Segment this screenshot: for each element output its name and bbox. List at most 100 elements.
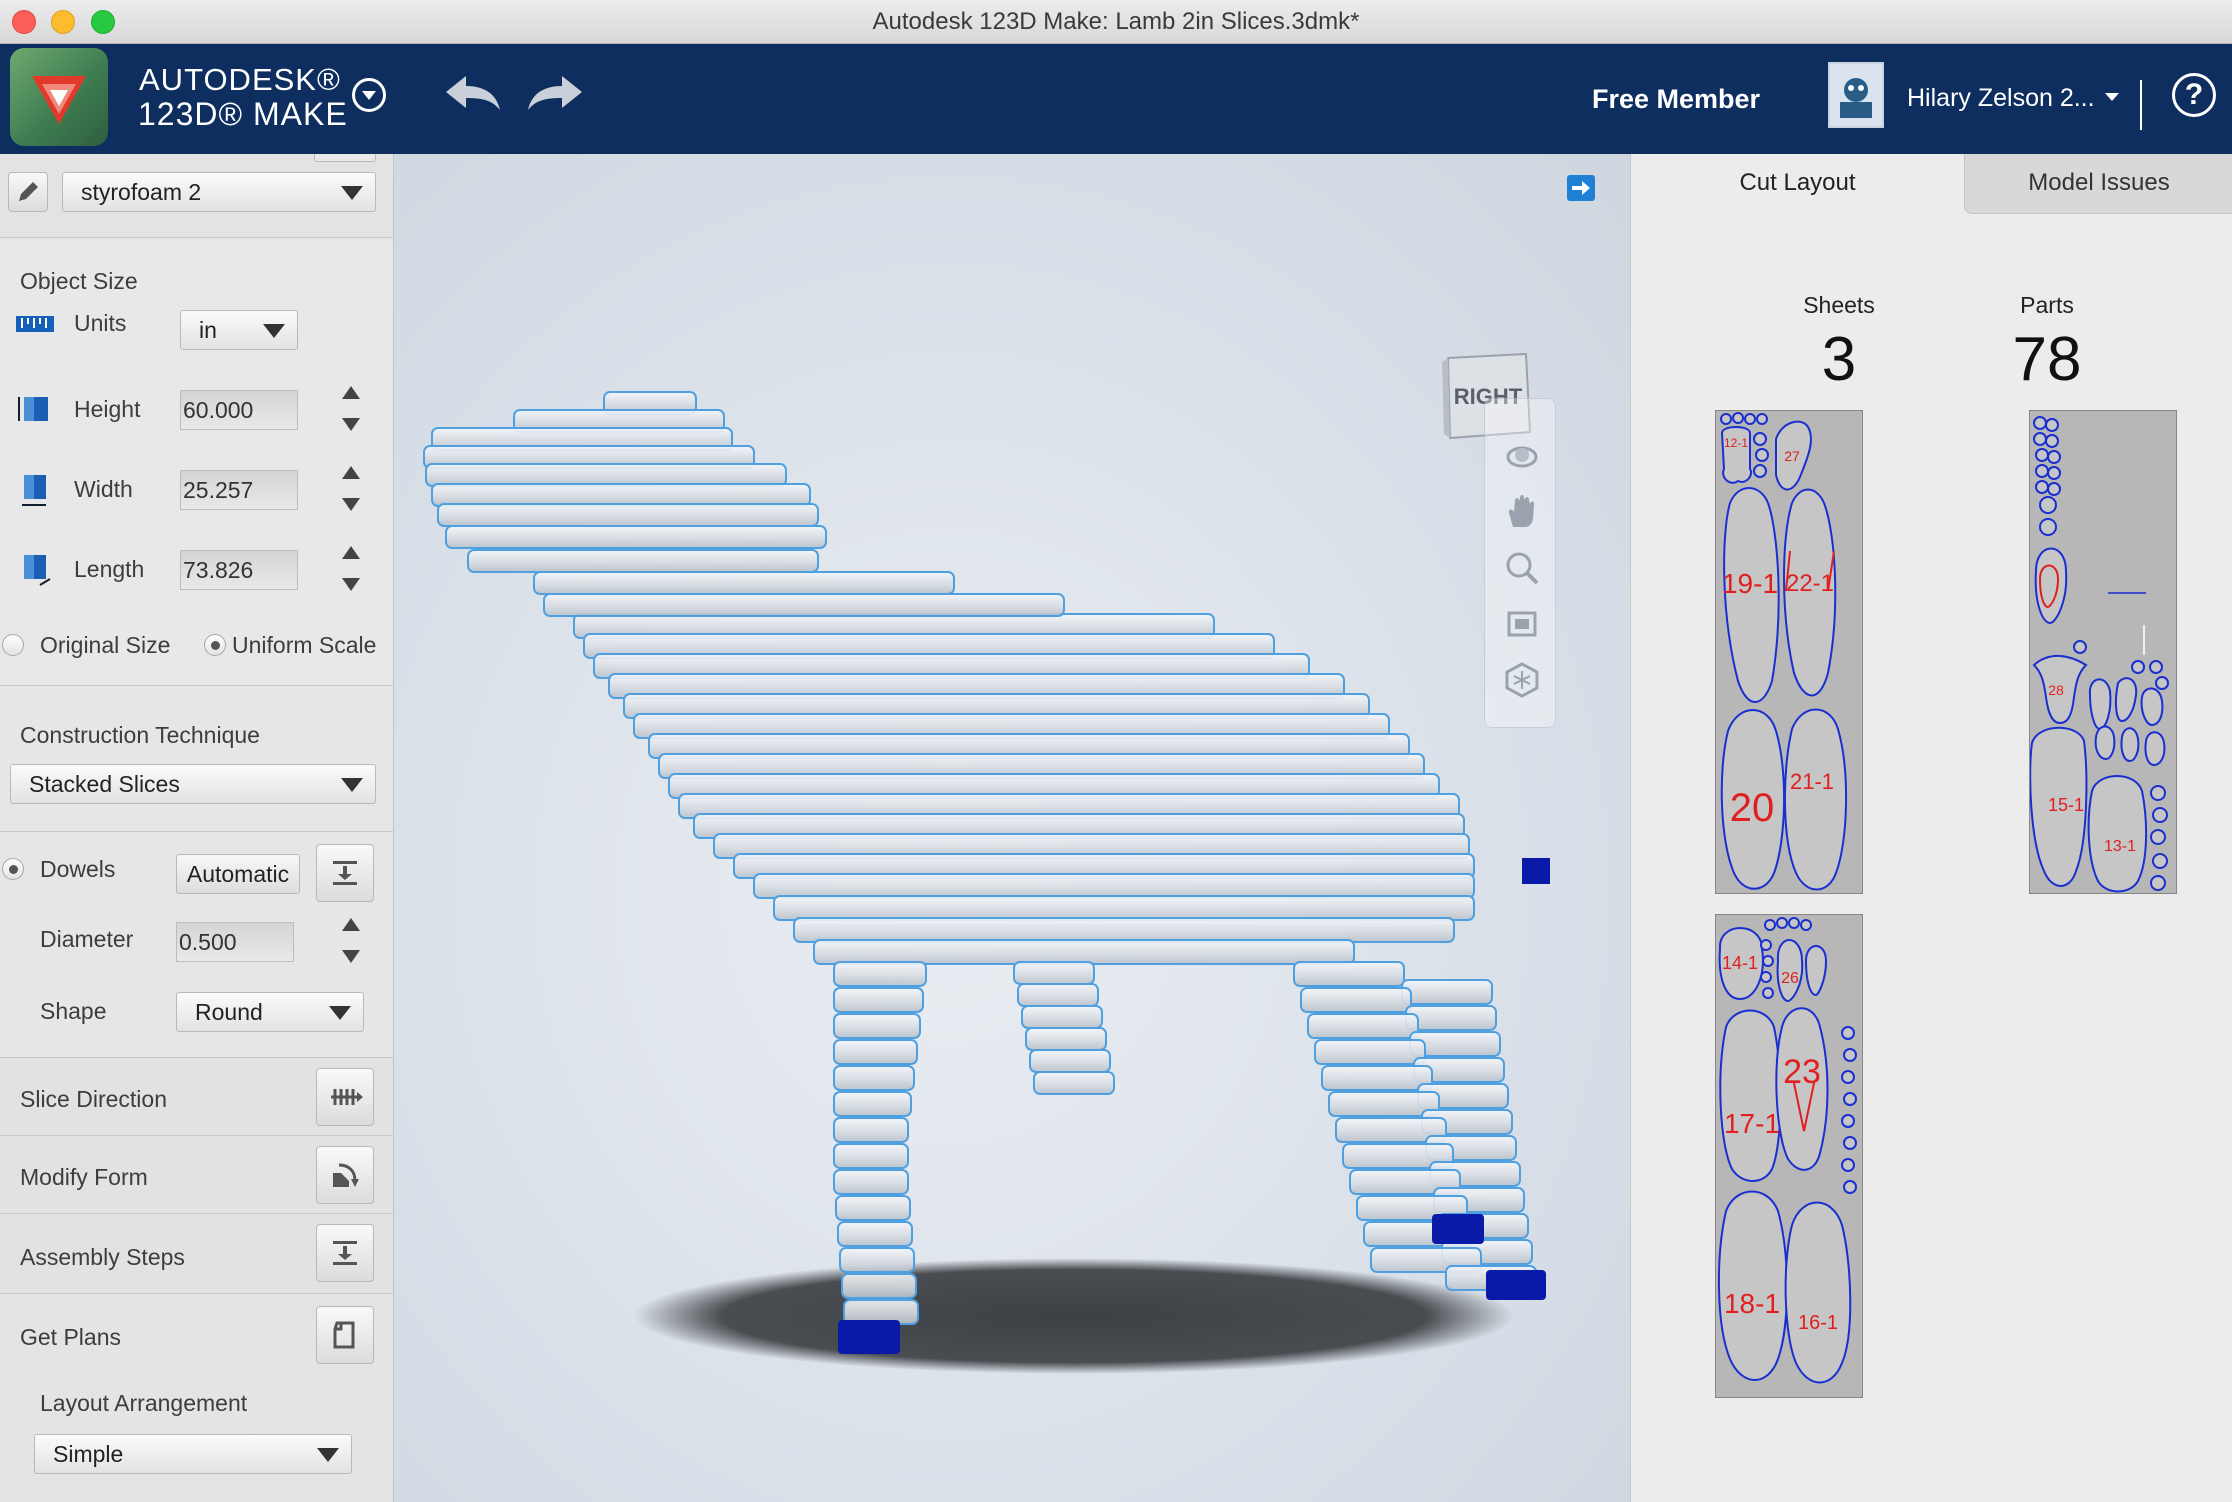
sheet-1-parts: 12-1 27 19-1 22-1 20 21-1 <box>1720 412 1848 891</box>
length-input[interactable]: 73.826 <box>180 550 298 590</box>
dowels-radio[interactable] <box>2 858 24 880</box>
document-icon <box>333 1321 355 1349</box>
height-label: Height <box>74 396 141 422</box>
shape-select[interactable]: Round <box>176 992 364 1032</box>
sheets-label: Sheets <box>1803 292 1875 318</box>
units-label: Units <box>74 310 127 336</box>
chevron-down-icon <box>263 324 285 338</box>
rear-leg-slice <box>1307 1013 1419 1039</box>
explode-icon[interactable] <box>1503 661 1541 699</box>
window-title: Autodesk 123D Make: Lamb 2in Slices.3dmk… <box>872 8 1360 35</box>
3d-viewport[interactable]: RIGHT <box>394 154 1630 1502</box>
help-button[interactable]: ? <box>2172 73 2216 117</box>
ruler-icon <box>16 316 54 332</box>
modify-form-button[interactable] <box>316 1146 374 1204</box>
part-label: 26 <box>1781 970 1799 987</box>
body-slice <box>753 873 1475 899</box>
assembly-steps-section[interactable]: Assembly Steps <box>0 1214 393 1294</box>
cut-sheet-3[interactable]: 28 15-1 13-1 <box>2029 410 2177 894</box>
stack-down-icon <box>333 861 357 885</box>
app-menu-button[interactable] <box>352 78 386 112</box>
assembly-steps-button[interactable] <box>316 1224 374 1282</box>
width-input[interactable]: 25.257 <box>180 470 298 510</box>
get-plans-button[interactable] <box>316 1306 374 1364</box>
part-label: 16-1 <box>1798 1312 1838 1334</box>
slice-direction-button[interactable] <box>316 1068 374 1126</box>
front-leg-slice <box>833 1117 909 1143</box>
tab-model-issues[interactable]: Model Issues <box>1964 154 2232 214</box>
avatar[interactable] <box>1828 62 1884 128</box>
layout-arrangement-value: Simple <box>53 1441 124 1467</box>
height-stepper[interactable] <box>336 382 366 440</box>
head-slice <box>467 549 819 573</box>
slice-lines-icon <box>331 1089 363 1105</box>
diameter-stepper[interactable] <box>336 914 366 972</box>
diameter-input[interactable]: 0.500 <box>176 922 294 962</box>
head-slice <box>431 483 811 507</box>
uniform-scale-radio[interactable] <box>204 634 226 656</box>
layout-arrangement-select[interactable]: Simple <box>34 1434 352 1474</box>
length-icon <box>24 555 51 586</box>
chevron-down-icon <box>317 1448 339 1462</box>
user-name[interactable]: Hilary Zelson 2... <box>1907 84 2095 113</box>
inner-leg-slice <box>1021 1005 1103 1029</box>
navigation-bar <box>1484 398 1556 728</box>
slice-direction-section[interactable]: Slice Direction <box>0 1058 393 1136</box>
undo-icon[interactable] <box>440 70 504 120</box>
units-select[interactable]: in <box>180 310 298 350</box>
part-label: 14-1 <box>1722 953 1758 973</box>
dowels-automatic-button[interactable]: Automatic <box>176 854 300 894</box>
front-leg-slice <box>833 1065 915 1091</box>
user-menu-chevron-down-icon[interactable] <box>2105 93 2119 101</box>
orbit-icon[interactable] <box>1503 437 1541 475</box>
part-label: 15-1 <box>2048 795 2084 815</box>
tab-cut-layout[interactable]: Cut Layout <box>1631 154 1964 214</box>
front-leg-slice <box>833 1169 909 1195</box>
collapse-tab[interactable] <box>314 154 376 162</box>
dowels-label: Dowels <box>40 856 116 882</box>
head-slice <box>445 525 827 549</box>
app-logo <box>10 48 108 146</box>
front-leg-slice <box>833 1143 909 1169</box>
chevron-down-icon <box>341 778 363 792</box>
original-size-radio[interactable] <box>2 634 24 656</box>
arrow-right-icon <box>1572 181 1590 195</box>
dowels-options-button[interactable] <box>316 844 374 902</box>
rear-leg-slice <box>1405 1005 1497 1031</box>
get-plans-label: Get Plans <box>20 1324 121 1350</box>
part-label: 13-1 <box>2104 838 2136 855</box>
cut-sheet-1[interactable]: 12-1 27 19-1 22-1 20 21-1 <box>1715 410 1863 894</box>
pan-hand-icon[interactable] <box>1503 493 1541 531</box>
material-select[interactable]: styrofoam 2 <box>62 172 376 212</box>
height-input[interactable]: 60.000 <box>180 390 298 430</box>
zoom-icon[interactable] <box>1503 549 1541 587</box>
modify-form-section[interactable]: Modify Form <box>0 1136 393 1214</box>
length-label: Length <box>74 556 145 582</box>
dowels-section: Dowels Automatic Diameter 0.500 Shape Ro… <box>0 832 393 1058</box>
technique-select[interactable]: Stacked Slices <box>10 764 376 804</box>
width-stepper[interactable] <box>336 462 366 520</box>
part-label: 17-1 <box>1724 1108 1780 1139</box>
fit-view-icon[interactable] <box>1503 605 1541 643</box>
rear-leg-slice <box>1293 961 1405 987</box>
rear-leg-slice <box>1300 987 1412 1013</box>
stack-down-icon <box>333 1241 357 1265</box>
width-label: Width <box>74 476 133 502</box>
redo-icon[interactable] <box>524 70 588 120</box>
modify-shape-icon <box>333 1163 359 1187</box>
front-leg-slice <box>835 1195 911 1221</box>
front-leg-slice <box>833 961 927 987</box>
uniform-scale-label: Uniform Scale <box>232 632 377 658</box>
width-icon <box>22 475 46 506</box>
front-leg-slice <box>833 987 924 1013</box>
construction-heading: Construction Technique <box>20 722 260 748</box>
part-label: 19-1 <box>1722 568 1778 599</box>
length-stepper[interactable] <box>336 542 366 600</box>
rear-leg-slice <box>1401 979 1493 1005</box>
front-leg-slice <box>839 1247 915 1273</box>
cut-sheet-2[interactable]: 14-1 26 17-1 23 18-1 16-1 <box>1715 914 1863 1398</box>
get-plans-section: Get Plans Layout Arrangement Simple <box>0 1294 393 1502</box>
head-slice <box>437 503 819 527</box>
edit-material-button[interactable] <box>8 172 48 212</box>
panel-toggle-button[interactable] <box>1567 175 1595 201</box>
